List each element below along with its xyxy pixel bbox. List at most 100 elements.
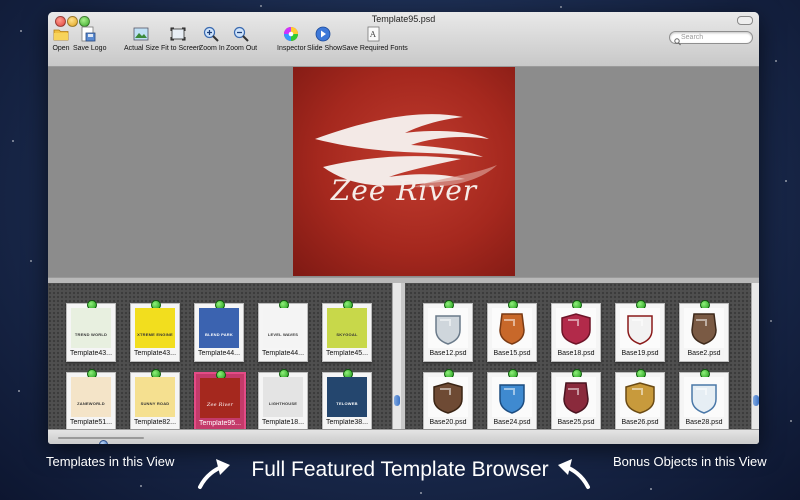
scroll-thumb[interactable] [394,395,400,406]
toolbar-actual-size-button[interactable]: Actual Size [124,26,159,52]
title-bar: Template95.psd Open Save Logo Actual Siz… [48,12,759,67]
bonus-object-thumbnail[interactable]: Base28.psd [679,369,729,431]
template-thumbnail[interactable]: LIGHTHOUSE Template18... [258,369,308,431]
thumbnail-caption: Template45... [325,350,369,357]
bonus-objects-browser: Base12.psd Base15.psd Base18.psd Base19.psd… [405,283,751,431]
toolbar-zoom-in-button[interactable]: Zoom In [199,26,225,52]
caption-bonus: Bonus Objects in this View [613,454,767,469]
thumbnail-caption: Base18.psd [557,350,595,357]
scroll-thumb[interactable] [753,395,759,406]
bonus-object-thumbnail[interactable]: Base2.psd [679,300,729,362]
zoom-out-icon [233,26,249,42]
thumbnail-caption: Base24.psd [493,419,531,426]
thumbnail-caption: Base19.psd [621,350,659,357]
toolbar-inspector-button[interactable]: Inspector [277,26,306,52]
template-logo-text: XTREME ENGINE [137,332,173,337]
thumbnail-caption: Template38... [325,419,369,426]
shield-icon [620,377,660,417]
thumbnail-caption: Base25.psd [557,419,595,426]
shield-icon [556,377,596,417]
thumbnail-caption: Template43... [133,350,177,357]
template-preview: Zee River [293,67,515,276]
search-icon [674,33,681,51]
template-thumbnail[interactable]: TELOWEB Template38... [322,369,372,431]
thumbnail-caption: Template95... [198,420,242,427]
toolbar-fit-to-screen-button[interactable]: Fit to Screen [161,26,201,52]
template-logo-image: XTREME ENGINE [135,308,175,348]
template-logo-text: ZANEWORLD [77,401,105,406]
bonus-object-thumbnail[interactable]: Base18.psd [551,300,601,362]
bonus-object-thumbnail[interactable]: Base26.psd [615,369,665,431]
template-logo-text: Zee River [206,402,234,408]
toolbar-save-required-fonts-button[interactable]: A Save Required Fonts [342,26,408,52]
template-logo-text: BLEND PARK [205,332,233,337]
template-logo-text: LEVEL WAVES [267,332,299,337]
bonus-object-thumbnail[interactable]: Base15.psd [487,300,537,362]
template-thumbnail[interactable]: Zee River Template95... [194,370,246,433]
slider-knob[interactable] [99,440,108,444]
shield-icon [492,308,532,348]
curved-arrow-icon [558,459,590,489]
template-logo-image: BLEND PARK [199,308,239,348]
thumbnail-caption: Base15.psd [493,350,531,357]
zoom-in-icon [203,26,219,42]
search-field[interactable]: Search [669,31,753,46]
status-bar [48,429,759,444]
template-thumbnail[interactable]: BLEND PARK Template44... [194,300,244,362]
thumbnail-caption: Template51... [69,419,113,426]
shield-icon [620,308,660,348]
shield-icon [684,308,724,348]
fit-screen-icon [170,26,186,42]
thumbnail-caption: Template44... [197,350,241,357]
curved-arrow-icon [198,459,230,489]
template-thumbnail[interactable]: XTREME ENGINE Template43... [130,300,180,362]
thumbnail-caption: Base26.psd [621,419,659,426]
shield-icon [556,308,596,348]
template-logo-image: SUNNY ROAD [135,377,175,417]
shield-icon [492,377,532,417]
template-logo-image: SKYGOAL [327,308,367,348]
bonus-scrollbar[interactable] [751,283,759,429]
bonus-object-thumbnail[interactable]: Base20.psd [423,369,473,431]
shield-icon [428,377,468,417]
shield-icon [428,308,468,348]
template-logo-text: SUNNY ROAD [140,401,170,406]
color-wheel-icon [283,26,299,42]
template-thumbnail[interactable]: TREND WORLD Template43... [66,300,116,362]
template-logo-image: TELOWEB [327,377,367,417]
toolbar-zoom-out-button[interactable]: Zoom Out [226,26,257,52]
window-title: Template95.psd [371,14,436,24]
toolbar-save-logo-button[interactable]: Save Logo [73,26,106,52]
bonus-object-thumbnail[interactable]: Base24.psd [487,369,537,431]
template-thumbnail[interactable]: SUNNY ROAD Template82... [130,369,180,431]
preview-area: Zee River [48,67,759,277]
thumbnail-caption: Base28.psd [685,419,723,426]
shield-icon [684,377,724,417]
toolbar-slide-show-button[interactable]: Slide Show [307,26,342,52]
template-thumbnail[interactable]: ZANEWORLD Template51... [66,369,116,431]
swirl-logo-mark [315,114,497,188]
template-logo-text: SKYGOAL [336,332,358,337]
template-logo-text: TREND WORLD [74,332,108,337]
template-thumbnail[interactable]: LEVEL WAVES Template44... [258,300,308,362]
folder-icon [53,26,69,42]
thumbnail-size-slider[interactable] [58,437,144,444]
template-logo-image: TREND WORLD [71,308,111,348]
templates-browser: TREND WORLD Template43... XTREME ENGINE Tem… [48,283,392,433]
thumbnail-caption: Template18... [261,419,305,426]
template-logo-text: TELOWEB [336,401,358,406]
bonus-object-thumbnail[interactable]: Base25.psd [551,369,601,431]
bonus-object-thumbnail[interactable]: Base12.psd [423,300,473,362]
template-thumbnail[interactable]: SKYGOAL Template45... [322,300,372,362]
thumbnail-caption: Template82... [133,419,177,426]
thumbnail-caption: Template44... [261,350,305,357]
save-logo-icon [80,26,96,42]
thumbnail-caption: Base12.psd [429,350,467,357]
toolbar-open-button[interactable]: Open [52,26,70,52]
bonus-object-thumbnail[interactable]: Base19.psd [615,300,665,362]
search-placeholder: Search [681,34,704,41]
template-logo-text: LIGHTHOUSE [268,401,298,406]
thumbnail-caption: Template43... [69,350,113,357]
app-window: Template95.psd Open Save Logo Actual Siz… [48,12,759,444]
fonts-icon: A [365,26,381,42]
